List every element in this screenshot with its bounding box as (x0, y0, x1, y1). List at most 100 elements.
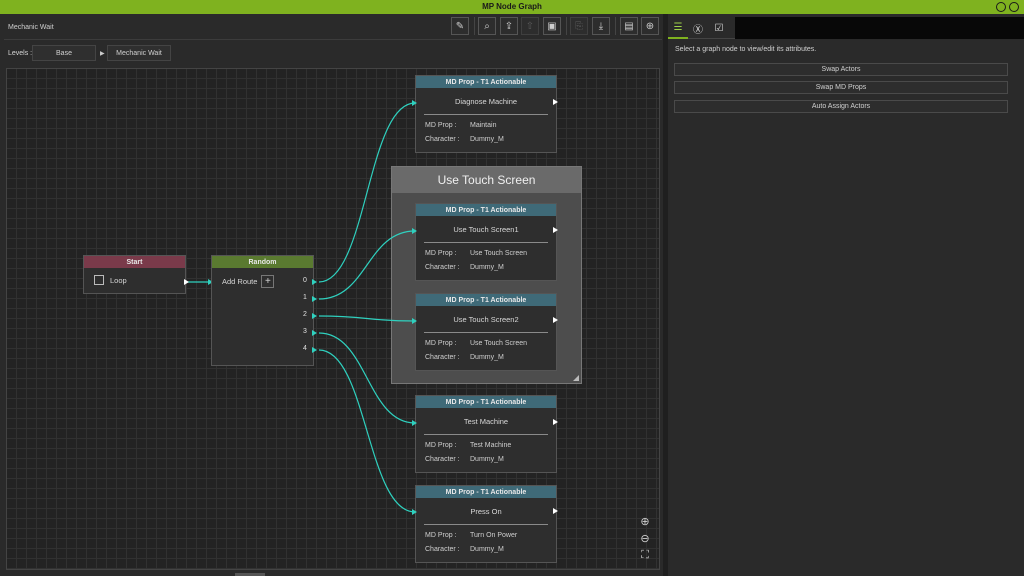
action-node-name: Use Touch Screen1 (453, 225, 519, 234)
character-value: Dummy_M (470, 456, 504, 463)
start-node-title: Start (84, 256, 185, 268)
loop-label: Loop (110, 275, 127, 285)
window-title: MP Node Graph (482, 2, 542, 11)
action-node-name: Use Touch Screen2 (453, 315, 519, 324)
upload-icon[interactable]: ⇪ (500, 17, 518, 35)
levels-label: Levels : (8, 50, 33, 57)
action-output-port[interactable] (553, 508, 558, 514)
prop-key: MD Prop : (425, 442, 457, 449)
new-file-icon[interactable]: ⊕ (641, 17, 659, 35)
route-port-4: 4 (303, 345, 307, 352)
copy-icon: ⎘ (570, 17, 588, 35)
prop-key: MD Prop : (425, 122, 457, 129)
action-node[interactable]: MD Prop - T1 Actionable Diagnose Machine… (415, 75, 557, 153)
node-divider (424, 332, 548, 333)
random-node-title: Random (212, 256, 313, 268)
tab-bar-filler (735, 17, 1024, 39)
tab-variables-icon[interactable]: Ⓧ (688, 17, 708, 39)
start-output-port[interactable] (184, 279, 189, 285)
action-input-port[interactable] (412, 100, 417, 106)
zoom-in-icon[interactable]: ⊕ (638, 514, 652, 528)
node-divider (424, 114, 548, 115)
node-graph-canvas[interactable]: Use Touch Screen Start Loop Random Add R… (6, 68, 660, 570)
action-input-port[interactable] (412, 509, 417, 515)
action-output-port[interactable] (553, 317, 558, 323)
action-node[interactable]: MD Prop - T1 Actionable Use Touch Screen… (415, 203, 557, 281)
level-mechanic-wait[interactable]: Mechanic Wait (107, 45, 171, 61)
close-icon[interactable] (1009, 2, 1019, 12)
toolbar-divider (615, 17, 616, 35)
level-base[interactable]: Base (32, 45, 96, 61)
random-node[interactable]: Random Add Route + (211, 255, 314, 366)
tab-attributes-list-icon[interactable]: ☰ (668, 17, 688, 39)
character-key: Character : (425, 456, 460, 463)
action-node-header: MD Prop - T1 Actionable (416, 204, 556, 216)
action-node-header: MD Prop - T1 Actionable (416, 76, 556, 88)
document-name: Mechanic Wait (8, 24, 54, 31)
save-icon[interactable]: ▤ (620, 17, 638, 35)
route-port-1: 1 (303, 294, 307, 301)
attribute-pane (668, 14, 1024, 576)
route-output-4[interactable] (312, 347, 317, 353)
add-route-label: Add Route (222, 277, 258, 286)
prop-value: Test Machine (470, 442, 512, 449)
action-input-port[interactable] (412, 228, 417, 234)
toolbar-divider (474, 17, 475, 35)
route-output-3[interactable] (312, 330, 317, 336)
prop-key: MD Prop : (425, 340, 457, 347)
node-divider (424, 242, 548, 243)
action-node-name: Test Machine (463, 417, 509, 426)
character-value: Dummy_M (470, 264, 504, 271)
action-node-name: Press On (470, 507, 502, 516)
toolbar-divider (566, 17, 567, 35)
swap-actors-button[interactable]: Swap Actors (674, 63, 1008, 76)
fit-view-icon[interactable]: ⛶ (638, 548, 652, 562)
tab-checklist-icon[interactable]: ☑ (709, 17, 729, 39)
group-resize-handle[interactable] (573, 375, 579, 381)
action-output-port[interactable] (553, 419, 558, 425)
action-output-port[interactable] (553, 99, 558, 105)
start-node[interactable]: Start Loop (83, 255, 186, 294)
title-bar: MP Node Graph (0, 0, 1024, 14)
action-node[interactable]: MD Prop - T1 Actionable Use Touch Screen… (415, 293, 557, 371)
prop-value: Use Touch Screen (470, 250, 528, 257)
add-route-button[interactable]: + (261, 275, 275, 288)
node-divider (424, 434, 548, 435)
action-node-header: MD Prop - T1 Actionable (416, 486, 556, 498)
prop-key: MD Prop : (425, 250, 457, 257)
route-port-3: 3 (303, 328, 307, 335)
paste-down-icon[interactable]: ⤓ (592, 17, 610, 35)
character-value: Dummy_M (470, 136, 504, 143)
route-output-1[interactable] (312, 296, 317, 302)
action-node-header: MD Prop - T1 Actionable (416, 396, 556, 408)
auto-assign-actors-button[interactable]: Auto Assign Actors (674, 100, 1008, 113)
route-output-0[interactable] (312, 279, 317, 285)
action-input-port[interactable] (412, 318, 417, 324)
character-value: Dummy_M (470, 546, 504, 553)
node-divider (424, 524, 548, 525)
frame-icon[interactable]: ▣ (543, 17, 561, 35)
action-node[interactable]: MD Prop - T1 Actionable Test Machine MD … (415, 395, 557, 473)
prop-value: Maintain (470, 122, 497, 129)
character-key: Character : (425, 136, 460, 143)
attribute-hint: Select a graph node to view/edit its att… (675, 46, 817, 53)
picker-icon[interactable]: ✎ (451, 17, 469, 35)
action-output-port[interactable] (553, 227, 558, 233)
minimize-icon[interactable] (996, 2, 1006, 12)
route-port-2: 2 (303, 311, 307, 318)
group-title[interactable]: Use Touch Screen (392, 167, 581, 193)
toolbar-separator (4, 39, 662, 40)
action-node[interactable]: MD Prop - T1 Actionable Press On MD Prop… (415, 485, 557, 563)
search-icon[interactable]: ⌕ (478, 17, 496, 35)
action-node-header: MD Prop - T1 Actionable (416, 294, 556, 306)
swap-md-props-button[interactable]: Swap MD Props (674, 81, 1008, 94)
breadcrumb-arrow-icon: ▶ (100, 51, 105, 57)
character-value: Dummy_M (470, 354, 504, 361)
prop-value: Turn On Power (470, 532, 518, 539)
character-key: Character : (425, 264, 460, 271)
route-output-2[interactable] (312, 313, 317, 319)
zoom-out-icon[interactable]: ⊖ (638, 531, 652, 545)
action-node-name: Diagnose Machine (454, 97, 518, 106)
action-input-port[interactable] (412, 420, 417, 426)
loop-checkbox[interactable] (94, 275, 104, 285)
